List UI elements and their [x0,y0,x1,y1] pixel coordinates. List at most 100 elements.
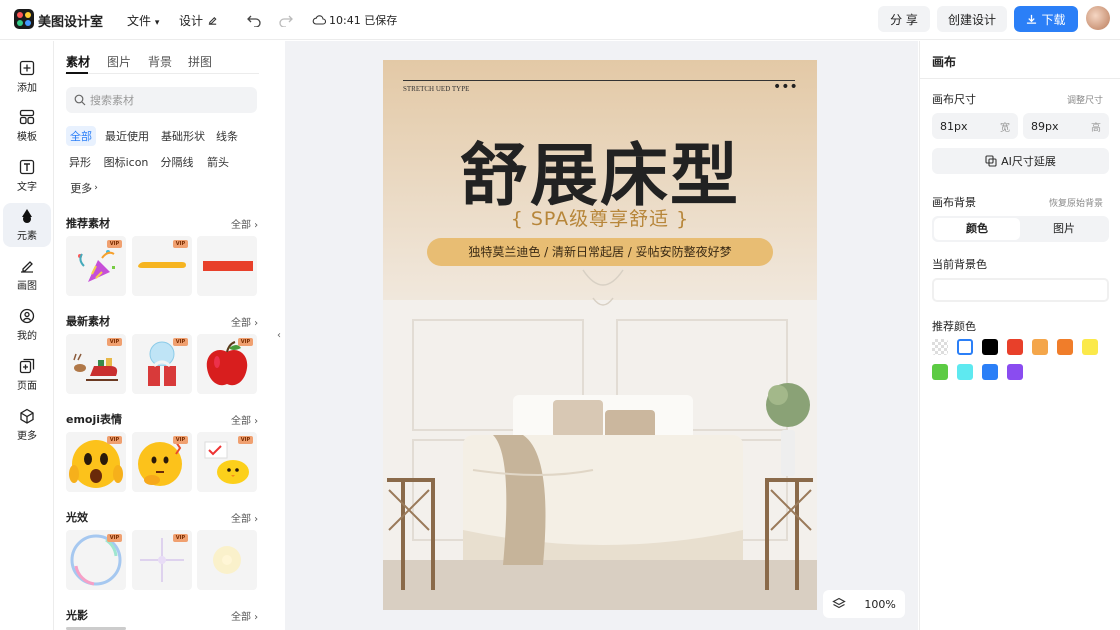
chip-arrows[interactable]: 箭头 [204,152,232,172]
resize-link[interactable]: 调整尺寸 [1067,93,1103,106]
section-all-link[interactable]: 全部 › [231,412,258,427]
color-swatch[interactable] [1082,339,1098,355]
material-emoji-shocked[interactable]: VIP [66,432,126,492]
tab-backgrounds[interactable]: 背景 [148,53,172,70]
chip-recent[interactable]: 最近使用 [102,126,152,146]
material-red-apple[interactable]: VIP [197,334,257,394]
top-bar: 美图设计室 文件 ▾ 设计 10:41 已保存 分 享 创建设计 下载 [0,0,1120,40]
left-rail: 添加 模板 文字 元素 画图 我的 页面 更多 [0,41,54,630]
color-swatch[interactable] [1032,339,1048,355]
rail-label: 添加 [17,83,37,94]
share-button[interactable]: 分 享 [878,6,930,32]
menu-file[interactable]: 文件 ▾ [127,12,159,29]
chevron-left-icon: ‹ [277,329,281,341]
seg-color[interactable]: 颜色 [934,218,1020,240]
material-red-bar[interactable] [197,236,257,296]
poster-tagline: 独特莫兰迪色 / 清新日常起居 / 妥帖安防整夜好梦 [427,238,773,266]
vip-badge: VIP [107,240,122,248]
chip-basic-shapes[interactable]: 基础形状 [158,126,208,146]
section-all-label: 全部 [231,318,251,329]
cloud-icon [312,15,326,25]
color-swatch[interactable] [1007,364,1023,380]
section-all-link[interactable]: 全部 › [231,216,258,231]
height-field[interactable]: 89px 高 [1023,113,1109,139]
width-field[interactable]: 81px 宽 [932,113,1018,139]
material-bubble[interactable]: VIP [66,530,126,590]
section-all-link[interactable]: 全部 › [231,510,258,525]
rail-label: 文字 [17,182,37,193]
app-name[interactable]: 美图设计室 [38,11,103,30]
recommended-colors-label: 推荐颜色 [932,320,976,333]
rail-item-add[interactable]: 添加 [3,55,51,99]
download-button[interactable]: 下载 [1014,6,1078,32]
rail-item-draw[interactable]: 画图 [3,253,51,297]
color-swatch[interactable] [1057,339,1073,355]
color-swatch[interactable] [1007,339,1023,355]
undo-icon[interactable] [246,12,262,28]
material-glow[interactable] [197,530,257,590]
menu-design-label: 设计 [179,14,204,28]
poster-subtitle: { SPA级尊享舒适 } [510,208,690,230]
layers-icon[interactable] [832,597,846,611]
canvas-size-label: 画布尺寸 [932,93,976,106]
app-logo[interactable] [14,9,34,29]
ai-extend-button[interactable]: AI尺寸延展 [932,148,1109,174]
seg-image[interactable]: 图片 [1021,218,1107,240]
pen-icon [21,261,33,273]
vip-badge: VIP [107,436,122,444]
canvas-bg-label: 画布背景 [932,196,976,209]
chip-dividers[interactable]: 分隔线 [157,152,197,172]
material-sparkle[interactable]: VIP [132,530,192,590]
material-snow-globe-gift[interactable]: VIP [132,334,192,394]
tab-divider [65,73,259,74]
zoom-bar: 100% [823,590,905,618]
color-swatch[interactable] [932,364,948,380]
section-title-recommended: 推荐素材 [66,217,110,230]
shapes-icon [22,209,32,223]
chip-irregular[interactable]: 异形 [66,152,94,172]
zoom-level[interactable]: 100% [864,598,895,611]
section-all-link[interactable]: 全部 › [231,608,258,623]
chip-all[interactable]: 全部 [66,126,96,146]
color-swatch[interactable] [957,364,973,380]
chip-icons[interactable]: 图标icon [102,152,150,172]
tab-indicator [66,72,88,74]
rail-item-elements[interactable]: 元素 [3,203,51,247]
redo-icon[interactable] [278,12,294,28]
rail-item-mine[interactable]: 我的 [3,303,51,347]
height-unit: 高 [1091,122,1101,134]
rail-item-pages[interactable]: 页面 [3,353,51,397]
color-swatch[interactable] [982,339,998,355]
color-swatch[interactable] [932,339,948,355]
rail-label: 模板 [17,132,37,143]
material-reindeer-sleigh[interactable]: VIP [66,334,126,394]
section-title-light-effects: 光效 [66,511,88,524]
create-design-button[interactable]: 创建设计 [937,6,1007,32]
avatar[interactable] [1086,6,1110,30]
search-input[interactable]: 搜索素材 [66,87,257,113]
section-all-link[interactable]: 全部 › [231,314,258,329]
rail-item-text[interactable]: 文字 [3,154,51,198]
poster-canvas[interactable]: STRETCH UED TYPE ••• 舒展床型 { SPA级尊享舒适 } 独… [383,60,817,610]
tab-images[interactable]: 图片 [107,53,131,70]
chip-more[interactable]: 更多 › [66,178,102,198]
plus-square-icon [19,60,35,76]
color-swatch[interactable] [982,364,998,380]
rail-item-templates[interactable]: 模板 [3,104,51,148]
tab-collage[interactable]: 拼图 [188,53,212,70]
menu-design[interactable]: 设计 [179,12,218,29]
vip-badge: VIP [173,534,188,542]
restore-bg-link[interactable]: 恢复原始背景 [1049,196,1103,209]
material-party-popper[interactable]: VIP [66,236,126,296]
material-emoji-thinking[interactable]: VIP [132,432,192,492]
vip-badge: VIP [107,534,122,542]
collapse-panel-button[interactable]: ‹ [273,305,285,365]
rail-item-more[interactable]: 更多 [3,403,51,447]
chip-lines[interactable]: 线条 [213,126,241,146]
tab-materials[interactable]: 素材 [66,53,90,70]
color-swatch[interactable] [957,339,973,355]
material-emoji-chick[interactable]: VIP [197,432,257,492]
current-bg-color-field[interactable] [932,278,1109,302]
menu-file-label: 文件 [127,14,152,28]
material-brush-stroke[interactable]: VIP [132,236,192,296]
